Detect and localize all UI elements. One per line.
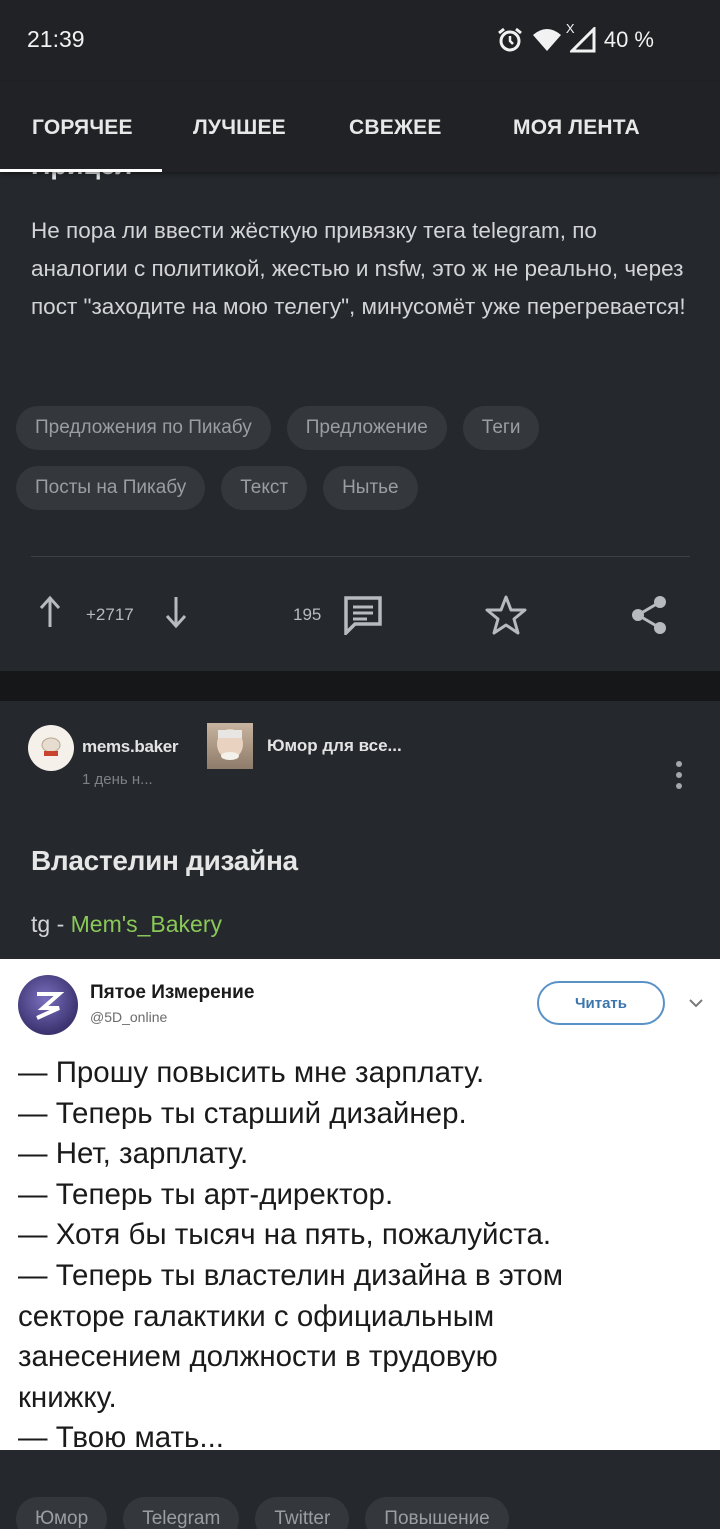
tab-hot[interactable]: ГОРЯЧЕЕ [32,116,133,140]
tag-chip[interactable]: Юмор [16,1497,108,1529]
tweet-line: — Теперь ты властелин дизайна в этом [18,1258,564,1292]
tweet-follow-button: Читать [537,981,665,1025]
tweet-line: секторе галактики с официальным [18,1299,495,1333]
arrow-down-icon [165,597,187,629]
signal-label: X [565,21,575,36]
community-name: Юмор для все... [267,736,402,755]
chevron-down-icon [688,995,704,1013]
telegram-link[interactable]: Mem's_Bakery [71,911,222,937]
tags-row: Предложения по Пикабу Предложение Теги [16,406,540,450]
tweet-line: — Теперь ты старший дизайнер. [18,1096,467,1130]
tweet-text: — Прошу повысить мне зарплату. — Теперь … [18,1053,708,1459]
downvote-button[interactable] [164,595,188,629]
divider [31,556,690,557]
tag-chip[interactable]: Telegram [123,1497,240,1529]
post-description: tg - Mem's_Bakery [31,911,222,938]
tag-chip[interactable]: Twitter [255,1497,350,1529]
post-text: Не пора ли ввести жёсткую привязку тега … [31,218,686,319]
tag-chip[interactable]: Теги [462,406,540,450]
tweet-image[interactable]: Пятое Измерение @5D_online Читать — Прош… [0,959,720,1454]
tag-chip[interactable]: Текст [221,466,308,510]
status-time: 21:39 [27,26,85,52]
post-card: Прицел Не пора ли ввести жёсткую привязк… [0,150,720,671]
community-link[interactable]: Юмор для все... [207,723,402,769]
rating-count: +2717 [86,605,134,624]
tab-best[interactable]: ЛУЧШЕЕ [193,116,286,140]
arrow-up-icon [39,595,61,627]
tab-fresh[interactable]: СВЕЖЕЕ [349,116,442,140]
battery-text: 40 % [603,27,654,52]
tab-my-feed[interactable]: МОЯ ЛЕНТА [513,116,640,140]
upvote-button[interactable] [38,595,62,629]
tags-row: Посты на Пикабу Текст Нытье [16,466,418,510]
share-button[interactable] [630,595,668,635]
feed-tabs: ГОРЯЧЕЕ ЛУЧШЕЕ СВЕЖЕЕ МОЯ ЛЕНТА [0,82,720,172]
tag-chip[interactable]: Повышение [365,1497,509,1529]
community-avatar [207,723,253,769]
status-bar: 21:39 X 40 % [0,0,720,82]
tweet-line: — Нет, зарплату. [18,1137,249,1171]
feed-separator [0,671,720,701]
desc-prefix: tg - [31,911,71,937]
tweet-avatar [18,975,78,1035]
tweet-line: книжку. [18,1380,117,1414]
author-name: mems.baker [82,737,179,756]
author-link[interactable]: mems.baker [28,725,179,771]
star-icon [485,595,527,635]
status-icons: X 40 % [496,21,654,54]
post-actions: +2717 195 [0,580,720,650]
save-button[interactable] [485,594,527,636]
wifi-icon [532,27,562,53]
tweet-handle: @5D_online [90,1009,168,1025]
post-title[interactable]: Властелин дизайна [31,845,298,877]
tags-row: Юмор Telegram Twitter Повышение [16,1497,509,1529]
alarm-icon [496,26,524,54]
tweet-author-name: Пятое Измерение [90,982,255,1003]
comments-button[interactable] [343,595,383,635]
tweet-line: — Прошу повысить мне зарплату. [18,1056,485,1089]
tweet-line: занесением должности в трудовую [18,1340,498,1374]
tag-chip[interactable]: Нытье [323,466,418,510]
post-card: mems.baker 1 день н... Юмор для все... В… [0,701,720,1529]
share-icon [632,596,666,634]
tag-chip[interactable]: Предложения по Пикабу [16,406,271,450]
comments-count: 195 [293,605,322,624]
tag-chip[interactable]: Предложение [286,406,447,450]
more-options-icon[interactable] [676,761,682,789]
tweet-line: — Твою мать... [18,1421,224,1455]
signal-icon: X [566,21,596,53]
tweet-line: — Теперь ты арт-директор. [18,1177,394,1211]
tweet-line: — Хотя бы тысяч на пять, пожалуйста. [18,1218,552,1252]
comment-icon [344,596,382,635]
post-time: 1 день н... [82,771,153,788]
avatar [28,725,74,771]
tag-chip[interactable]: Посты на Пикабу [16,466,206,510]
active-tab-indicator [0,169,162,172]
